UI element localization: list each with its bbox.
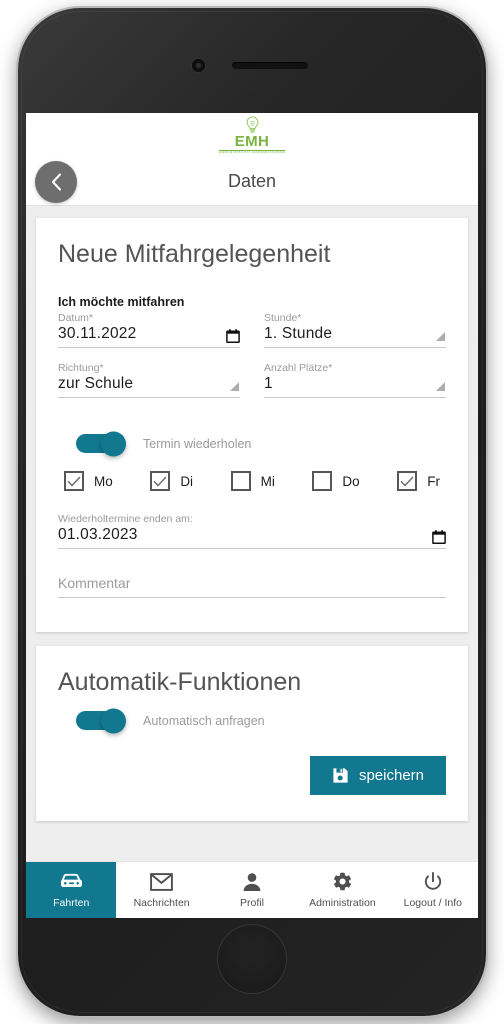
dropdown-arrow-icon[interactable]	[436, 332, 445, 341]
automatik-card-title: Automatik-Funktionen	[58, 668, 302, 696]
weekday-do-checkbox[interactable]	[312, 471, 333, 491]
nav-item-fahrten-label: Fahrten	[53, 896, 90, 909]
app-logo-tagline: ENERGIE MOBILITÄT HANDWERKSKAMMER	[218, 150, 286, 155]
field-row-2: Richtung* zur Schule Anzahl Plätze* 1	[58, 362, 446, 412]
auto-request-toggle[interactable]	[76, 708, 126, 733]
app-header: Daten	[26, 158, 478, 206]
repeat-toggle[interactable]	[76, 431, 126, 456]
save-floppy-icon	[333, 768, 348, 783]
app-logo-bar: EMH ENERGIE MOBILITÄT HANDWERKSKAMMER	[26, 113, 478, 158]
ride-form-card: Neue Mitfahrgelegenheit Ich möchte mitfa…	[36, 218, 468, 632]
weekday-mo-label: Mo	[94, 473, 113, 489]
nav-item-profil[interactable]: Profil	[207, 862, 297, 918]
richtung-select-label: Richtung*	[58, 362, 104, 374]
end-date-field[interactable]: Wiederholtermine enden am: 01.03.2023	[58, 513, 446, 549]
ride-section-label: Ich möchte mitfahren	[58, 295, 185, 309]
plaetze-select-label: Anzahl Plätze*	[264, 362, 333, 374]
front-camera-icon	[192, 59, 205, 72]
nav-item-nachrichten[interactable]: Nachrichten	[116, 862, 206, 918]
automatik-card: Automatik-Funktionen Automatisch anfrage…	[36, 646, 468, 821]
save-button[interactable]: speichern	[309, 756, 446, 795]
repeat-toggle-knob	[101, 431, 126, 456]
weekday-do-label: Do	[342, 473, 360, 489]
auto-request-toggle-label: Automatisch anfragen	[143, 713, 265, 728]
power-icon	[423, 871, 443, 892]
plaetze-select-value: 1	[264, 375, 273, 392]
dropdown-arrow-icon[interactable]	[230, 382, 239, 391]
app-logo: EMH ENERGIE MOBILITÄT HANDWERKSKAMMER	[218, 116, 286, 155]
comment-field[interactable]: Kommentar	[58, 575, 446, 598]
weekday-checkbox-row: Mo Di Mi Do Fr	[58, 471, 446, 491]
end-date-label: Wiederholtermine enden am:	[58, 513, 193, 525]
gear-icon	[332, 872, 353, 892]
nav-item-fahrten[interactable]: Fahrten	[26, 862, 117, 918]
car-icon	[60, 872, 83, 892]
ride-card-title: Neue Mitfahrgelegenheit	[58, 240, 331, 268]
richtung-select-value: zur Schule	[58, 375, 134, 392]
save-row: speichern	[58, 756, 446, 795]
date-field-value: 30.11.2022	[58, 325, 137, 342]
dropdown-arrow-icon[interactable]	[436, 382, 445, 391]
weekday-fr-label: Fr	[427, 473, 440, 489]
nav-item-logout-info-label: Logout / Info	[403, 896, 463, 909]
weekday-di-label: Di	[180, 473, 194, 489]
phone-screen: EMH ENERGIE MOBILITÄT HANDWERKSKAMMER Da…	[26, 113, 478, 918]
richtung-select[interactable]: Richtung* zur Schule	[58, 362, 240, 398]
weekday-mi[interactable]: Mi	[230, 471, 275, 491]
plaetze-select[interactable]: Anzahl Plätze* 1	[264, 362, 446, 398]
home-button[interactable]	[217, 924, 287, 994]
calendar-icon[interactable]	[432, 530, 446, 544]
weekday-di-checkbox[interactable]	[150, 471, 171, 491]
earpiece-speaker-icon	[232, 62, 308, 69]
weekday-mi-checkbox[interactable]	[230, 471, 251, 491]
check-icon	[400, 475, 414, 487]
auto-request-toggle-knob	[101, 708, 126, 733]
nav-item-administration[interactable]: Administration	[297, 862, 387, 918]
auto-request-toggle-row: Automatisch anfragen	[76, 708, 446, 733]
weekday-mo-checkbox[interactable]	[64, 471, 84, 491]
mail-icon	[150, 872, 173, 892]
chevron-left-icon	[51, 172, 61, 191]
date-field[interactable]: Datum* 30.11.2022	[58, 312, 240, 348]
weekday-mo[interactable]: Mo	[64, 471, 113, 491]
comment-placeholder: Kommentar	[58, 575, 131, 591]
check-icon	[67, 475, 81, 487]
stunde-select-value: 1. Stunde	[264, 325, 333, 342]
weekday-do[interactable]: Do	[312, 471, 360, 491]
check-icon	[153, 475, 167, 487]
calendar-icon[interactable]	[226, 329, 240, 343]
nav-item-profil-label: Profil	[240, 896, 264, 909]
back-button[interactable]	[35, 160, 77, 203]
field-row-1: Datum* 30.11.2022 Stunde* 1. Stunde	[58, 312, 446, 362]
nav-item-administration-label: Administration	[309, 896, 376, 909]
end-date-value: 01.03.2023	[58, 526, 138, 543]
person-icon	[242, 872, 262, 892]
save-button-label: speichern	[358, 767, 424, 784]
nav-item-logout-info[interactable]: Logout / Info	[388, 862, 478, 918]
repeat-toggle-row: Termin wiederholen	[76, 431, 446, 456]
weekday-di[interactable]: Di	[150, 471, 193, 491]
bottom-navigation: Fahrten Nachrichten Profil Administratio…	[26, 861, 478, 918]
weekday-fr[interactable]: Fr	[397, 471, 440, 491]
weekday-mi-label: Mi	[260, 473, 275, 489]
date-field-label: Datum*	[58, 312, 94, 324]
content-scroll-area[interactable]: Neue Mitfahrgelegenheit Ich möchte mitfa…	[26, 206, 478, 861]
weekday-fr-checkbox[interactable]	[397, 471, 418, 491]
page-title: Daten	[227, 171, 277, 191]
stunde-select[interactable]: Stunde* 1. Stunde	[264, 312, 446, 348]
phone-device-frame: EMH ENERGIE MOBILITÄT HANDWERKSKAMMER Da…	[18, 8, 486, 1016]
stunde-select-label: Stunde*	[264, 312, 302, 324]
repeat-toggle-label: Termin wiederholen	[143, 436, 252, 451]
app-logo-wordmark: EMH	[234, 132, 270, 150]
nav-item-nachrichten-label: Nachrichten	[133, 896, 190, 909]
